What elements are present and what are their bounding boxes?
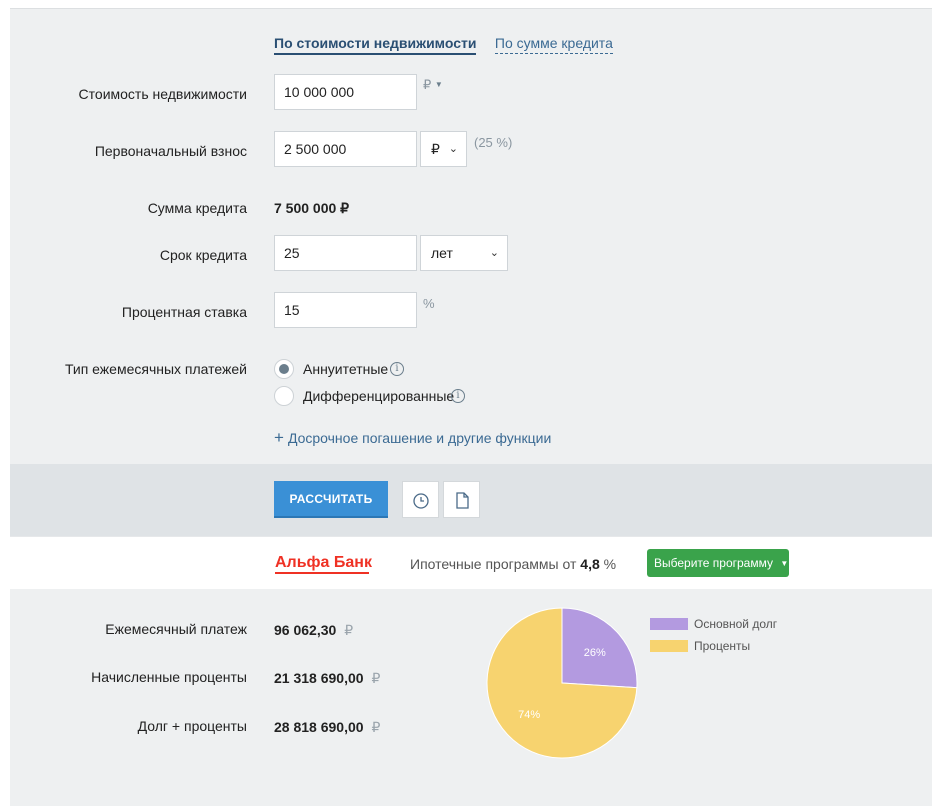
down-payment-unit-value: ₽ xyxy=(431,141,440,157)
chevron-down-icon: ⌄ xyxy=(448,143,458,155)
loan-term-label: Срок кредита xyxy=(159,247,247,263)
pie-label-interest: 74% xyxy=(518,709,540,721)
promo-rate: 4,8 xyxy=(580,556,600,572)
debt-plus-interest-label: Долг + проценты xyxy=(137,718,247,734)
down-payment-label: Первоначальный взнос xyxy=(94,143,247,159)
choose-program-label: Выберите программу xyxy=(654,556,773,570)
promo-text: Ипотечные программы от 4,8 % xyxy=(410,556,616,572)
interest-rate-label: Процентная ставка xyxy=(121,304,247,320)
currency-dropdown[interactable]: ₽ ▼ xyxy=(423,77,443,93)
results-labels: Ежемесячный платеж Начисленные проценты … xyxy=(10,589,247,806)
document-button[interactable] xyxy=(443,481,480,518)
caret-down-icon: ▼ xyxy=(780,559,789,568)
history-button[interactable] xyxy=(402,481,439,518)
down-payment-unit-select[interactable]: ₽ ⌄ xyxy=(420,131,467,167)
info-icon[interactable]: i xyxy=(390,362,404,376)
accrued-interest-value: 21 318 690,00 ₽ xyxy=(274,670,380,687)
labels-column: Стоимость недвижимости Первоначальный вз… xyxy=(10,9,247,465)
radio-differentiated[interactable] xyxy=(274,386,294,406)
choose-program-button[interactable]: Выберите программу ▼ xyxy=(647,549,789,577)
loan-term-unit-value: лет xyxy=(431,245,453,261)
chevron-down-icon: ⌄ xyxy=(489,247,499,259)
loan-amount-value: 7 500 000 ₽ xyxy=(274,200,350,216)
loan-term-input[interactable]: 25 xyxy=(274,235,417,271)
legend-swatch-principal xyxy=(650,618,688,630)
radio-annuity[interactable] xyxy=(274,359,294,379)
tab-by-loan-amount[interactable]: По сумме кредита xyxy=(494,35,613,54)
currency-symbol: ₽ xyxy=(371,719,381,735)
alfa-bank-logo: Альфа Банк xyxy=(275,554,372,571)
legend-label-principal: Основной долг xyxy=(694,617,778,631)
loan-term-unit-select[interactable]: лет ⌄ xyxy=(420,235,508,271)
plus-icon: + xyxy=(274,428,284,447)
alfa-bank-logo-underline xyxy=(275,572,369,574)
tab-by-property-price[interactable]: По стоимости недвижимости xyxy=(274,35,477,55)
currency-symbol: ₽ xyxy=(371,670,381,686)
interest-rate-input[interactable]: 15 xyxy=(274,292,417,328)
payment-type-label: Тип ежемесячных платежей xyxy=(64,361,247,377)
results-panel: Ежемесячный платеж Начисленные проценты … xyxy=(10,589,932,806)
more-options-link[interactable]: + Досрочное погашение и другие функции xyxy=(274,428,551,448)
pie-chart: 26% 74% xyxy=(486,607,638,759)
document-icon xyxy=(456,492,469,509)
monthly-payment-amount: 96 062,30 xyxy=(274,622,337,638)
promo-text-prefix: Ипотечные программы от xyxy=(410,556,577,572)
radio-annuity-label[interactable]: Аннуитетные xyxy=(303,361,388,377)
debt-plus-interest-value: 28 818 690,00 ₽ xyxy=(274,719,380,736)
action-bar: РАССЧИТАТЬ xyxy=(10,464,932,536)
legend-label-interest: Проценты xyxy=(694,639,751,653)
bank-promo-bar: Альфа Банк Ипотечные программы от 4,8 % … xyxy=(10,536,932,590)
more-options-label: Досрочное погашение и другие функции xyxy=(287,430,552,446)
property-price-input[interactable]: 10 000 000 xyxy=(274,74,417,110)
calculate-button[interactable]: РАССЧИТАТЬ xyxy=(274,481,388,518)
debt-plus-interest-amount: 28 818 690,00 xyxy=(274,719,364,735)
pie-label-principal: 26% xyxy=(584,647,606,659)
legend-swatch-interest xyxy=(650,640,688,652)
promo-rate-unit: % xyxy=(603,556,617,572)
radio-differentiated-label[interactable]: Дифференцированные xyxy=(303,388,454,404)
loan-amount-label: Сумма кредита xyxy=(147,200,247,216)
down-payment-percent: (25 %) xyxy=(474,135,513,150)
caret-down-icon: ▼ xyxy=(434,80,443,89)
accrued-interest-label: Начисленные проценты xyxy=(91,669,247,685)
monthly-payment-label: Ежемесячный платеж xyxy=(105,621,247,637)
currency-symbol: ₽ xyxy=(423,77,432,92)
monthly-payment-value: 96 062,30 ₽ xyxy=(274,622,353,639)
down-payment-input[interactable]: 2 500 000 xyxy=(274,131,417,167)
calculator-form-panel: По стоимости недвижимости По сумме креди… xyxy=(10,8,932,465)
clock-icon xyxy=(413,493,429,509)
property-price-label: Стоимость недвижимости xyxy=(78,86,247,102)
accrued-interest-amount: 21 318 690,00 xyxy=(274,670,364,686)
tabs: По стоимости недвижимости По сумме креди… xyxy=(274,35,613,55)
info-icon[interactable]: i xyxy=(451,389,465,403)
currency-symbol: ₽ xyxy=(344,622,354,638)
percent-unit: % xyxy=(423,296,435,311)
